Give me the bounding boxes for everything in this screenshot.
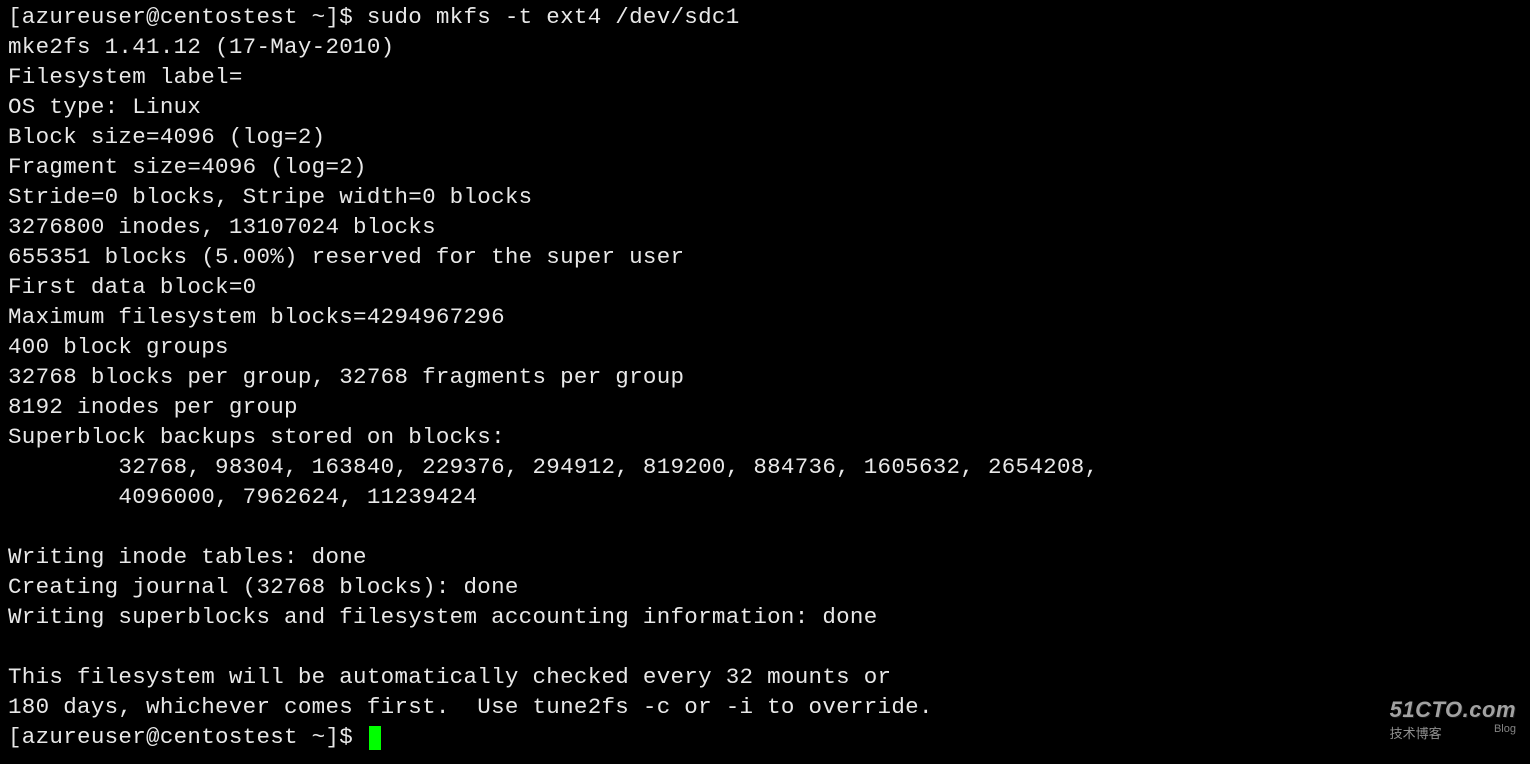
output-line: Superblock backups stored on blocks: (8, 424, 519, 450)
output-line: Writing inode tables: done (8, 544, 367, 570)
output-line: 32768, 98304, 163840, 229376, 294912, 81… (8, 454, 1112, 480)
output-line: Maximum filesystem blocks=4294967296 (8, 304, 505, 330)
output-line: This filesystem will be automatically ch… (8, 664, 891, 690)
output-line: Block size=4096 (log=2) (8, 124, 325, 150)
output-line: 180 days, whichever comes first. Use tun… (8, 694, 933, 720)
output-line: 3276800 inodes, 13107024 blocks (8, 214, 436, 240)
output-line: 4096000, 7962624, 11239424 (8, 484, 477, 510)
output-line: OS type: Linux (8, 94, 201, 120)
shell-prompt: [azureuser@centostest ~]$ (8, 4, 367, 30)
output-line: 32768 blocks per group, 32768 fragments … (8, 364, 684, 390)
shell-prompt: [azureuser@centostest ~]$ (8, 724, 367, 750)
output-line: Writing superblocks and filesystem accou… (8, 604, 878, 630)
output-line: Stride=0 blocks, Stripe width=0 blocks (8, 184, 532, 210)
output-line: 8192 inodes per group (8, 394, 298, 420)
output-line: Creating journal (32768 blocks): done (8, 574, 519, 600)
terminal-output[interactable]: [azureuser@centostest ~]$ sudo mkfs -t e… (0, 0, 1530, 754)
prompt-line-2[interactable]: [azureuser@centostest ~]$ (8, 724, 381, 750)
output-line: Filesystem label= (8, 64, 243, 90)
output-line: Fragment size=4096 (log=2) (8, 154, 367, 180)
output-line: First data block=0 (8, 274, 256, 300)
output-line: 655351 blocks (5.00%) reserved for the s… (8, 244, 684, 270)
output-line: mke2fs 1.41.12 (17-May-2010) (8, 34, 394, 60)
prompt-line-1: [azureuser@centostest ~]$ sudo mkfs -t e… (8, 4, 740, 30)
entered-command: sudo mkfs -t ext4 /dev/sdc1 (367, 4, 740, 30)
terminal-cursor-icon (369, 726, 381, 750)
output-line: 400 block groups (8, 334, 229, 360)
